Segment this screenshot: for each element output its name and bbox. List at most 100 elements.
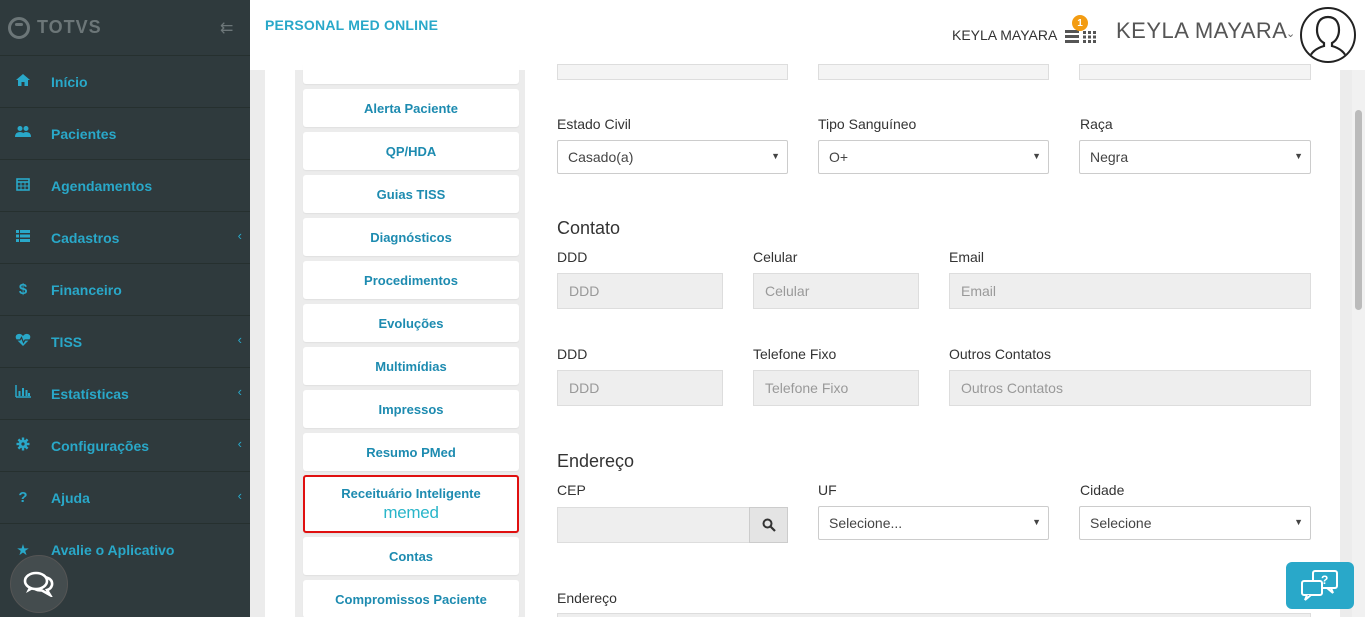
chevron-left-icon: ‹ xyxy=(237,384,242,399)
endereco-input[interactable] xyxy=(557,613,1311,617)
dropdown-arrow-icon: ▼ xyxy=(1294,517,1303,527)
email-label: Email xyxy=(949,249,985,265)
top-header: PERSONAL MED ONLINE KEYLA MAYARA 1 KEYLA… xyxy=(250,0,1365,70)
side-menu-guias-tiss[interactable]: Guias TISS xyxy=(303,175,519,213)
top-field-1[interactable] xyxy=(557,64,788,80)
uf-select[interactable]: Selecione... ▼ xyxy=(818,506,1049,540)
cep-label: CEP xyxy=(557,482,586,498)
sidebar-item-label: Início xyxy=(51,73,88,90)
patient-form-panel: Alerta Paciente QP/HDA Guias TISS Diagnó… xyxy=(265,62,1340,617)
side-menu-evolucoes[interactable]: Evoluções xyxy=(303,304,519,342)
side-menu-procedimentos[interactable]: Procedimentos xyxy=(303,261,519,299)
telefone-fixo-label: Telefone Fixo xyxy=(753,346,837,362)
top-field-3[interactable] xyxy=(1079,64,1311,80)
uf-label: UF xyxy=(818,482,837,498)
logo-bar: TOTVS xyxy=(0,0,250,56)
email-input[interactable]: Email xyxy=(949,273,1311,309)
side-menu-impressos[interactable]: Impressos xyxy=(303,390,519,428)
ddd-label: DDD xyxy=(557,249,588,265)
side-menu-receituario-inteligente[interactable]: Receituário Inteligente memed xyxy=(303,475,519,533)
notification-badge[interactable]: 1 xyxy=(1072,15,1088,31)
help-chat-button[interactable]: ? xyxy=(1286,562,1354,609)
collapse-sidebar-icon[interactable]: ⇇ xyxy=(220,18,233,38)
estado-civil-select[interactable]: Casado(a) ▼ xyxy=(557,140,788,174)
tipo-sanguineo-value: O+ xyxy=(829,149,849,165)
side-menu-item-top[interactable] xyxy=(303,62,519,84)
sidebar-item-pacientes[interactable]: Pacientes xyxy=(0,108,250,160)
patient-side-menu: Alerta Paciente QP/HDA Guias TISS Diagnó… xyxy=(295,62,525,617)
chevron-left-icon: ‹ xyxy=(237,332,242,347)
heartbeat-icon xyxy=(0,333,40,351)
chevron-left-icon: ‹ xyxy=(237,436,242,451)
sidebar-item-inicio[interactable]: Início xyxy=(0,56,250,108)
cidade-select[interactable]: Selecione ▼ xyxy=(1079,506,1311,540)
logo-text: TOTVS xyxy=(37,17,102,37)
estado-civil-value: Casado(a) xyxy=(568,149,634,165)
scrollbar-thumb[interactable] xyxy=(1355,110,1362,310)
outros-contatos-input[interactable]: Outros Contatos xyxy=(949,370,1311,406)
cep-input[interactable] xyxy=(557,507,750,543)
raca-label: Raça xyxy=(1080,116,1113,132)
telefone-fixo-input[interactable]: Telefone Fixo xyxy=(753,370,919,406)
sidebar-item-estatisticas[interactable]: Estatísticas ‹ xyxy=(0,368,250,420)
search-icon xyxy=(762,518,776,532)
ddd-input[interactable]: DDD xyxy=(557,273,723,309)
endereco-label: Endereço xyxy=(557,590,617,606)
sidebar-item-financeiro[interactable]: $ Financeiro xyxy=(0,264,250,316)
help-chat-icon: ? xyxy=(1301,569,1338,601)
celular-input[interactable]: Celular xyxy=(753,273,919,309)
list-icon xyxy=(0,229,40,246)
raca-value: Negra xyxy=(1090,149,1129,165)
sidebar-item-agendamentos[interactable]: Agendamentos xyxy=(0,160,250,212)
raca-select[interactable]: Negra ▼ xyxy=(1079,140,1311,174)
avatar[interactable] xyxy=(1300,7,1356,63)
home-icon xyxy=(0,73,40,91)
sidebar-item-label: Estatísticas xyxy=(51,385,129,402)
gear-icon xyxy=(0,437,40,455)
ddd-fixo-input[interactable]: DDD xyxy=(557,370,723,406)
dropdown-arrow-icon: ▼ xyxy=(771,151,780,161)
memed-logo: memed xyxy=(383,502,439,522)
chat-button[interactable] xyxy=(10,555,68,613)
app-title: PERSONAL MED ONLINE xyxy=(265,17,439,33)
side-menu-qp-hda[interactable]: QP/HDA xyxy=(303,132,519,170)
side-menu-diagnosticos[interactable]: Diagnósticos xyxy=(303,218,519,256)
outros-contatos-label: Outros Contatos xyxy=(949,346,1051,362)
sidebar-item-label: TISS xyxy=(51,333,83,350)
sidebar-item-label: Configurações xyxy=(51,437,150,454)
side-menu-resumo-pmed[interactable]: Resumo PMed xyxy=(303,433,519,471)
sidebar-item-ajuda[interactable]: ? Ajuda ‹ xyxy=(0,472,250,524)
chevron-down-icon[interactable]: ⌄ xyxy=(1286,27,1295,40)
sidebar-item-label: Avalie o Aplicativo xyxy=(51,542,175,558)
sidebar-item-label: Ajuda xyxy=(51,489,90,506)
chat-icon xyxy=(23,571,54,597)
tipo-sanguineo-select[interactable]: O+ ▼ xyxy=(818,140,1049,174)
sidebar-item-label: Pacientes xyxy=(51,125,117,142)
user-menu-name[interactable]: KEYLA MAYARA xyxy=(1116,18,1287,44)
side-menu-alerta-paciente[interactable]: Alerta Paciente xyxy=(303,89,519,127)
dropdown-arrow-icon: ▼ xyxy=(1032,151,1041,161)
page-scrollbar[interactable] xyxy=(1352,70,1365,617)
celular-label: Celular xyxy=(753,249,798,265)
ddd-fixo-label: DDD xyxy=(557,346,588,362)
chevron-left-icon: ‹ xyxy=(237,228,242,243)
sidebar: TOTVS ⇇ Início Pacientes Agendamentos Ca… xyxy=(0,0,250,617)
question-icon: ? xyxy=(18,489,28,506)
cep-search-button[interactable] xyxy=(749,507,788,543)
users-icon xyxy=(0,125,40,142)
sidebar-item-tiss[interactable]: TISS ‹ xyxy=(0,316,250,368)
totvs-logo-icon xyxy=(8,16,30,39)
contato-section-title: Contato xyxy=(557,218,621,238)
tipo-sanguineo-label: Tipo Sanguíneo xyxy=(818,116,917,132)
dollar-icon: $ xyxy=(18,281,28,298)
estado-civil-label: Estado Civil xyxy=(557,116,631,132)
side-menu-compromissos-paciente[interactable]: Compromissos Paciente xyxy=(303,580,519,617)
side-menu-contas[interactable]: Contas xyxy=(303,537,519,575)
sidebar-item-configuracoes[interactable]: Configurações ‹ xyxy=(0,420,250,472)
calendar-icon xyxy=(0,177,40,195)
user-name-small[interactable]: KEYLA MAYARA xyxy=(952,27,1057,43)
side-menu-multimidias[interactable]: Multimídias xyxy=(303,347,519,385)
sidebar-item-label: Agendamentos xyxy=(51,177,153,194)
top-field-2[interactable] xyxy=(818,64,1049,80)
sidebar-item-cadastros[interactable]: Cadastros ‹ xyxy=(0,212,250,264)
